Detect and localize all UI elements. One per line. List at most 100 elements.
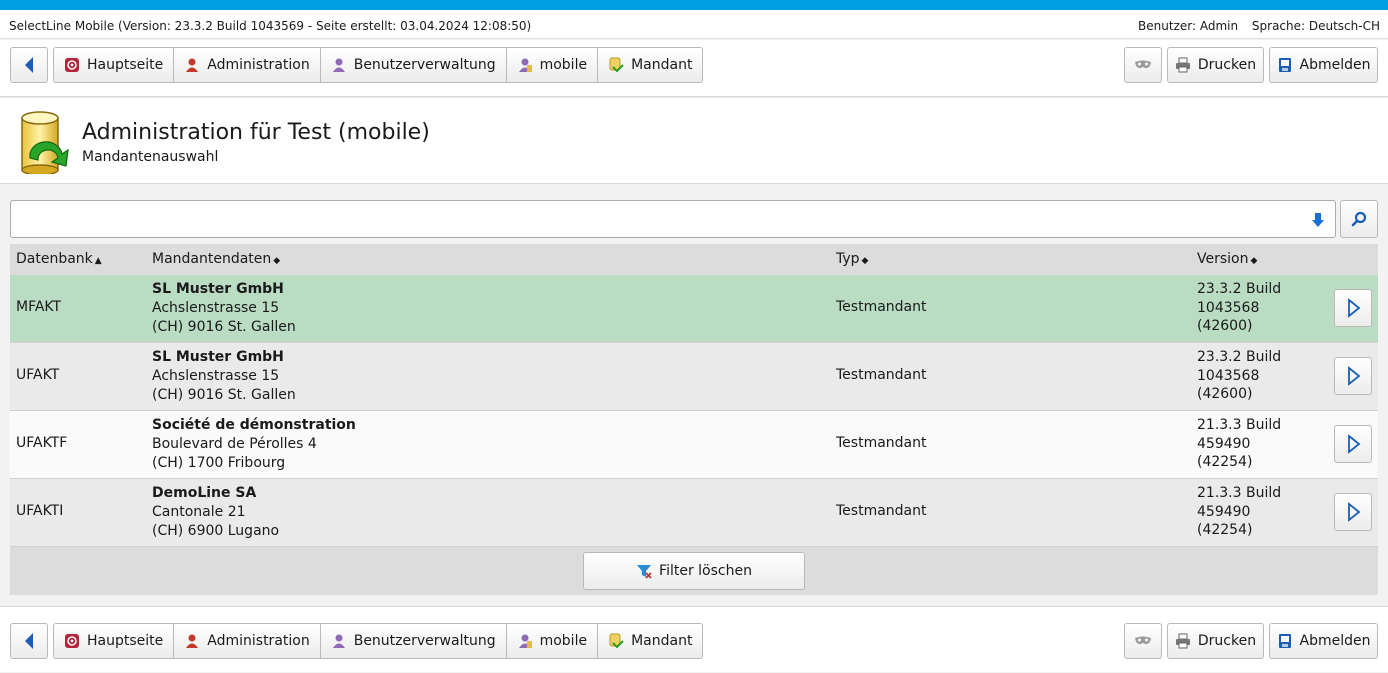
column-mandantendaten[interactable]: Mandantendaten ◆: [152, 251, 280, 267]
cell-typ: Testmandant: [836, 299, 927, 315]
print-button[interactable]: Drucken: [1167, 47, 1264, 83]
logout-icon: [1277, 633, 1293, 649]
table-row[interactable]: UFAKTF Société de démonstration Boulevar…: [10, 411, 1378, 479]
arrow-down-icon[interactable]: [1311, 212, 1325, 228]
filter-clear-icon: [636, 563, 652, 579]
nav-benutzerverwaltung[interactable]: Benutzerverwaltung: [320, 623, 507, 659]
sort-icon: ◆: [1250, 256, 1258, 266]
cell-version: 23.3.2 Build 1043568 (42600): [1197, 281, 1282, 334]
table-row[interactable]: MFAKT SL Muster GmbH Achslenstrasse 15 (…: [10, 275, 1378, 343]
cell-mandantendaten: SL Muster GmbH Achslenstrasse 15 (CH) 90…: [152, 348, 296, 405]
play-arrow-icon: [1348, 366, 1361, 386]
mandant-street: Achslenstrasse 15: [152, 300, 280, 316]
nav-benutzerverwaltung-label: Benutzerverwaltung: [353, 633, 496, 649]
logout-button[interactable]: Abmelden: [1269, 47, 1378, 83]
nav-hauptseite-label: Hauptseite: [87, 57, 164, 73]
open-row-button[interactable]: [1334, 357, 1372, 395]
breadcrumb: Hauptseite Administration Benutzerverwal…: [53, 623, 704, 659]
column-typ[interactable]: Typ ◆: [836, 251, 868, 267]
search-field: [10, 200, 1336, 238]
mandant-icon: [608, 57, 624, 73]
user-management-icon: [331, 57, 347, 73]
print-label: Drucken: [1197, 57, 1257, 73]
mandant-name: SL Muster GmbH: [152, 349, 284, 365]
mandant-name: DemoLine SA: [152, 485, 257, 501]
page-subtitle: Mandantenauswahl: [82, 149, 219, 165]
mandant-name: Société de démonstration: [152, 417, 356, 433]
nav-mandant-label: Mandant: [631, 633, 693, 649]
nav-mobile[interactable]: mobile: [506, 623, 599, 659]
table-row[interactable]: UFAKTI DemoLine SA Cantonale 21 (CH) 690…: [10, 479, 1378, 547]
back-arrow-icon: [25, 633, 33, 649]
mandant-city: (CH) 1700 Fribourg: [152, 455, 286, 471]
mandant-street: Achslenstrasse 15: [152, 368, 280, 384]
breadcrumb: Hauptseite Administration Benutzerverwal…: [53, 47, 704, 83]
top-navigation-bar: Hauptseite Administration Benutzerverwal…: [0, 40, 1388, 97]
nav-hauptseite[interactable]: Hauptseite: [53, 47, 175, 83]
mandant-city: (CH) 6900 Lugano: [152, 523, 280, 539]
cell-datenbank: UFAKTF: [16, 435, 68, 451]
nav-hauptseite-label: Hauptseite: [87, 633, 164, 649]
column-version[interactable]: Version ◆: [1197, 251, 1257, 267]
logout-label: Abmelden: [1299, 633, 1371, 649]
admin-user-icon: [184, 633, 200, 649]
print-label: Drucken: [1197, 633, 1257, 649]
nav-administration-label: Administration: [207, 633, 310, 649]
open-row-button[interactable]: [1334, 493, 1372, 531]
page-title: Administration für Test (mobile): [82, 120, 430, 145]
nav-mobile-label: mobile: [539, 57, 588, 73]
nav-mobile[interactable]: mobile: [506, 47, 599, 83]
back-button[interactable]: [10, 47, 48, 83]
nav-mandant[interactable]: Mandant: [598, 47, 704, 83]
mandant-icon: [608, 633, 624, 649]
sort-icon: ◆: [273, 256, 281, 266]
open-row-button[interactable]: [1334, 289, 1372, 327]
cell-mandantendaten: SL Muster GmbH Achslenstrasse 15 (CH) 90…: [152, 280, 296, 337]
table-footer: Filter löschen: [10, 547, 1378, 595]
bottom-navigation-bar: Hauptseite Administration Benutzerverwal…: [0, 606, 1388, 672]
user-management-icon: [331, 633, 347, 649]
admin-user-icon: [184, 57, 200, 73]
clear-filter-label: Filter löschen: [659, 563, 752, 579]
mandant-city: (CH) 9016 St. Gallen: [152, 319, 296, 335]
mobile-user-icon: [517, 57, 533, 73]
play-arrow-icon: [1348, 298, 1361, 318]
user-language-info: Benutzer: Admin Sprache: Deutsch-CH: [1128, 19, 1380, 33]
home-icon: [64, 57, 80, 73]
search-button[interactable]: [1340, 200, 1378, 238]
home-icon: [64, 633, 80, 649]
printer-icon: [1175, 633, 1191, 649]
clear-filter-button[interactable]: Filter löschen: [583, 552, 805, 590]
nav-hauptseite[interactable]: Hauptseite: [53, 623, 175, 659]
logout-icon: [1277, 57, 1293, 73]
table-row[interactable]: UFAKT SL Muster GmbH Achslenstrasse 15 (…: [10, 343, 1378, 411]
back-button[interactable]: [10, 623, 48, 659]
cell-mandantendaten: Société de démonstration Boulevard de Pé…: [152, 416, 356, 473]
nav-mandant[interactable]: Mandant: [598, 623, 704, 659]
current-language: Sprache: Deutsch-CH: [1251, 19, 1380, 33]
table-header: Datenbank ▲ Mandantendaten ◆ Typ ◆ Version ◆: [10, 244, 1378, 275]
nav-administration[interactable]: Administration: [174, 47, 321, 83]
nav-administration[interactable]: Administration: [174, 623, 321, 659]
mandant-street: Cantonale 21: [152, 504, 246, 520]
nav-benutzerverwaltung-label: Benutzerverwaltung: [353, 57, 496, 73]
mask-icon: [1135, 636, 1151, 645]
nav-mandant-label: Mandant: [631, 57, 693, 73]
search-input[interactable]: [15, 205, 1299, 235]
column-datenbank[interactable]: Datenbank ▲: [16, 251, 102, 267]
print-button[interactable]: Drucken: [1167, 623, 1264, 659]
cell-datenbank: UFAKTI: [16, 503, 64, 519]
nav-benutzerverwaltung[interactable]: Benutzerverwaltung: [320, 47, 507, 83]
logout-button[interactable]: Abmelden: [1269, 623, 1378, 659]
cell-typ: Testmandant: [836, 435, 927, 451]
cell-typ: Testmandant: [836, 503, 927, 519]
sort-asc-icon: ▲: [94, 256, 102, 266]
mask-button[interactable]: [1124, 47, 1162, 83]
mandant-street: Boulevard de Pérolles 4: [152, 436, 317, 452]
mandant-table: Datenbank ▲ Mandantendaten ◆ Typ ◆ Version ◆…: [10, 244, 1378, 595]
open-row-button[interactable]: [1334, 425, 1372, 463]
mask-button[interactable]: [1124, 623, 1162, 659]
version-info: SelectLine Mobile (Version: 23.3.2 Build…: [9, 19, 532, 33]
play-arrow-icon: [1348, 502, 1361, 522]
logout-label: Abmelden: [1299, 57, 1371, 73]
